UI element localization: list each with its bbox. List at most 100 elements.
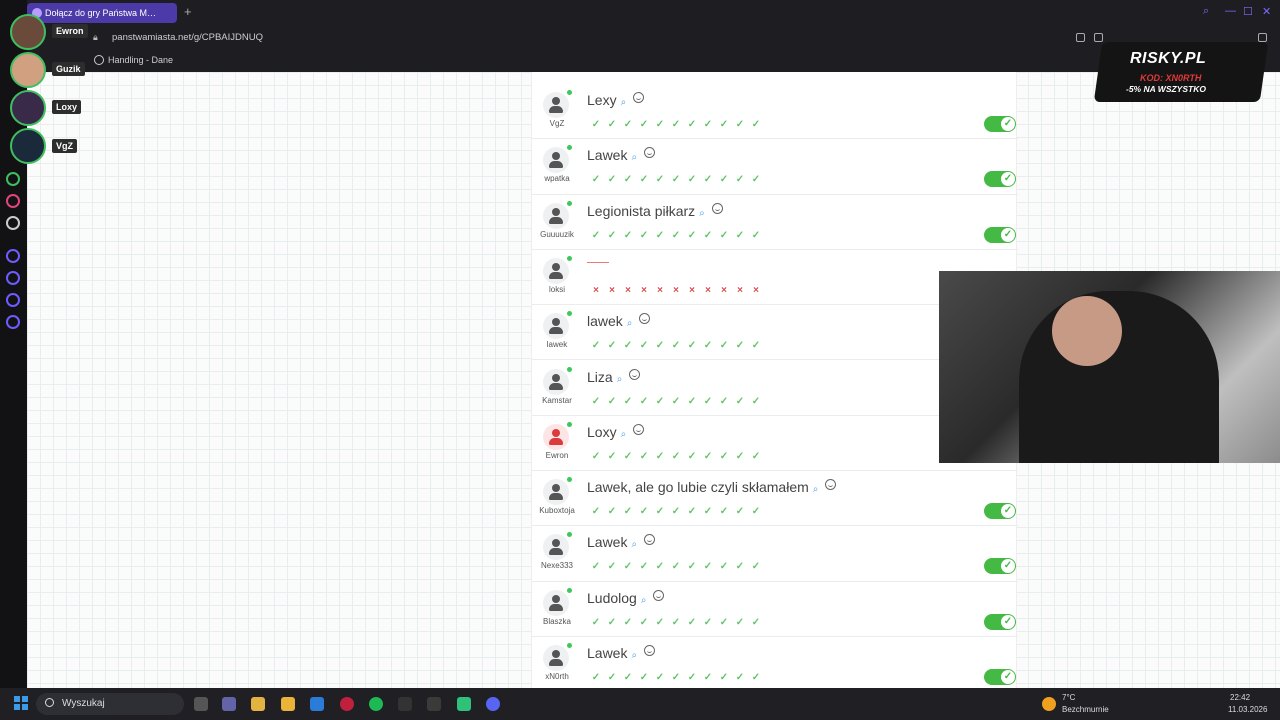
opera-gx-icon[interactable] <box>340 697 354 711</box>
url-field[interactable]: panstwamiasta.net/g/CPBAIJDNUQ <box>112 32 263 43</box>
vote-marks: ✓ ✓ ✓ ✓ ✓ ✓ ✓ ✓ ✓ ✓ ✓ <box>588 225 764 243</box>
clock-date[interactable]: 11.03.2026 <box>1228 705 1267 714</box>
search-icon[interactable]: ⌕ <box>631 539 637 550</box>
spotify-icon[interactable] <box>369 697 383 711</box>
search-icon[interactable]: ⌕ <box>627 318 633 329</box>
store-icon[interactable] <box>251 697 265 711</box>
react-emoji-icon[interactable] <box>644 534 656 546</box>
answer-actions: ⌕ <box>621 92 645 108</box>
search-icon[interactable]: ⌕ <box>699 208 705 219</box>
check-icon: ✓ <box>719 616 729 628</box>
react-emoji-icon[interactable] <box>825 479 837 491</box>
check-icon: ✓ <box>591 340 601 352</box>
search-icon[interactable]: ⌕ <box>621 97 627 108</box>
accept-toggle[interactable]: ✓ <box>984 171 1016 188</box>
clock-time[interactable]: 22:42 <box>1230 693 1250 702</box>
cross-icon: × <box>641 284 647 296</box>
cross-icon: × <box>609 284 615 296</box>
capcut-icon[interactable] <box>398 697 412 711</box>
online-indicator <box>567 90 572 95</box>
snapshot-icon[interactable] <box>1094 33 1103 42</box>
react-emoji-icon[interactable] <box>711 202 723 214</box>
whatsapp-icon[interactable] <box>6 172 20 186</box>
excel-icon[interactable] <box>427 697 441 711</box>
react-emoji-icon[interactable] <box>633 423 645 435</box>
avatar <box>543 479 569 506</box>
player-avatar <box>10 128 46 164</box>
accept-toggle[interactable]: ✓ <box>984 503 1016 520</box>
folder-icon[interactable] <box>281 697 295 711</box>
history-icon[interactable] <box>6 249 20 263</box>
new-tab-button[interactable]: + <box>184 4 192 19</box>
extensions-icon[interactable] <box>6 293 20 307</box>
menu-icon[interactable] <box>1258 33 1267 42</box>
react-emoji-icon[interactable] <box>633 92 645 103</box>
x-icon[interactable] <box>6 216 20 230</box>
toggle-knob: ✓ <box>1001 614 1015 629</box>
check-icon: ✓ <box>703 672 713 683</box>
accept-toggle[interactable]: ✓ <box>984 558 1016 575</box>
streamer-face <box>1052 296 1122 366</box>
taskbar-search[interactable]: Wyszukaj <box>36 693 184 715</box>
search-icon[interactable]: ⌕ <box>631 650 637 661</box>
toggle-knob: ✓ <box>1001 559 1015 574</box>
check-icon: ✓ <box>687 174 697 186</box>
app-icon[interactable] <box>457 697 471 711</box>
pin-icon[interactable] <box>1076 33 1085 42</box>
answer-text-line: Lawek ⌕ <box>587 147 656 163</box>
check-icon: ✓ <box>703 561 713 573</box>
vote-marks: ✓ ✓ ✓ ✓ ✓ ✓ ✓ ✓ ✓ ✓ ✓ <box>588 169 764 187</box>
tab-game[interactable]: Dołącz do gry Państwa M… <box>27 3 177 23</box>
windows-start-icon[interactable] <box>14 696 28 710</box>
answer-actions: ⌕ <box>631 534 656 550</box>
clock-icon[interactable] <box>6 271 20 285</box>
search-icon[interactable]: ⌕ <box>641 595 647 606</box>
vote-marks: × × × × × × × × × × × <box>588 280 764 298</box>
check-icon: ✓ <box>591 672 601 683</box>
answer-text-line: Loxy ⌕ <box>587 423 645 440</box>
search-icon[interactable]: ⌕ <box>617 374 623 385</box>
weather-temperature: 7°C <box>1062 693 1076 702</box>
accept-toggle[interactable]: ✓ <box>984 116 1016 132</box>
search-icon[interactable]: ⌕ <box>621 429 627 440</box>
discord-icon[interactable] <box>486 697 500 711</box>
vote-marks: ✓ ✓ ✓ ✓ ✓ ✓ ✓ ✓ ✓ ✓ ✓ <box>588 335 764 353</box>
check-icon: ✓ <box>751 506 761 518</box>
search-icon[interactable]: ⌕ <box>631 152 637 163</box>
react-emoji-icon[interactable] <box>629 368 641 380</box>
online-indicator <box>567 200 572 206</box>
check-icon: ✓ <box>687 616 697 628</box>
search-icon[interactable]: ⌕ <box>813 484 819 495</box>
search-tabs-icon[interactable]: ⌕ <box>1203 5 1209 18</box>
mail-icon[interactable] <box>310 697 324 711</box>
player-label: Guzik <box>52 62 85 76</box>
vote-marks: ✓ ✓ ✓ ✓ ✓ ✓ ✓ ✓ ✓ ✓ ✓ <box>588 446 764 464</box>
online-indicator <box>567 366 572 372</box>
avatar <box>543 257 569 284</box>
teams-icon[interactable] <box>222 697 236 711</box>
check-icon: ✓ <box>607 561 617 573</box>
accept-toggle[interactable]: ✓ <box>984 669 1016 685</box>
task-view-icon[interactable] <box>194 697 208 711</box>
check-icon: ✓ <box>607 174 617 186</box>
check-icon: ✓ <box>735 229 745 241</box>
online-indicator <box>567 587 572 593</box>
close-button[interactable]: ✕ <box>1262 5 1271 18</box>
answer-text-line: Lexy ⌕ <box>587 92 645 108</box>
react-emoji-icon[interactable] <box>639 313 651 325</box>
cross-icon: × <box>689 284 695 296</box>
maximize-button[interactable]: ☐ <box>1243 5 1253 18</box>
bookmark-item[interactable]: Handling - Dane <box>108 55 173 65</box>
accept-toggle[interactable]: ✓ <box>984 226 1016 243</box>
instagram-icon[interactable] <box>6 194 20 208</box>
react-emoji-icon[interactable] <box>653 589 665 601</box>
accept-toggle[interactable]: ✓ <box>984 613 1016 630</box>
answer-actions: ⌕ <box>631 147 656 163</box>
react-emoji-icon[interactable] <box>644 645 656 656</box>
minimize-button[interactable]: — <box>1225 5 1236 17</box>
player-avatar <box>10 52 46 88</box>
player-name: VgZ <box>549 119 565 128</box>
settings-icon[interactable] <box>6 315 20 329</box>
react-emoji-icon[interactable] <box>644 147 656 159</box>
player-name: lawek <box>546 340 568 350</box>
